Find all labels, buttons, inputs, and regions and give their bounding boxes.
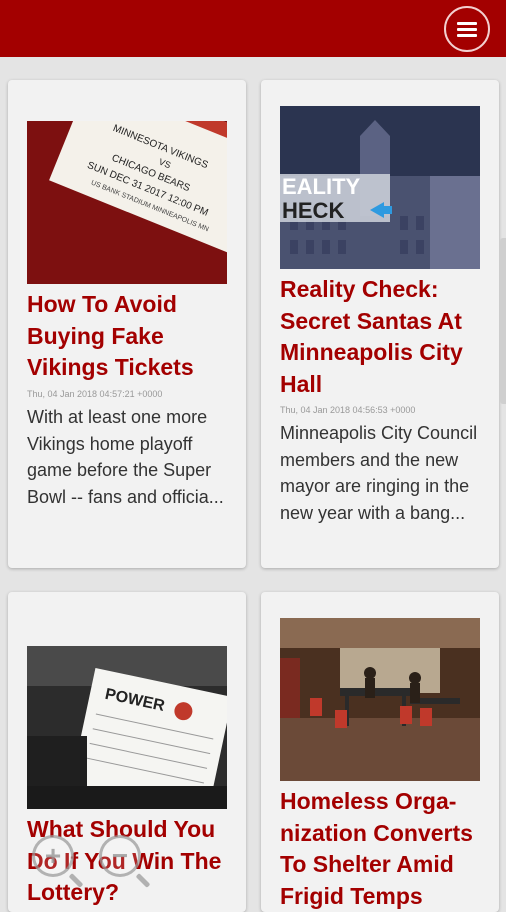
article-image-shelter: [280, 618, 480, 781]
zoom-in-button[interactable]: +: [32, 835, 74, 877]
zoom-in-icon: +: [44, 840, 62, 871]
article-image-tickets: MINNESOTA VIKINGS VS CHICAGO BEARS SUN D…: [27, 121, 227, 284]
article-summary: Minneapolis City Council members and the…: [280, 423, 478, 523]
hamburger-menu-icon: [457, 19, 477, 40]
article-date: Thu, 04 Jan 2018 04:57:21 +0000: [27, 389, 163, 399]
article-image-lottery: POWER: [27, 646, 227, 809]
reality-text: EALITY: [282, 174, 361, 199]
article-card-1[interactable]: MINNESOTA VIKINGS VS CHICAGO BEARS SUN D…: [8, 80, 246, 568]
article-title[interactable]: How To Avoid Buying Fake Vikings Tickets: [27, 289, 237, 384]
menu-button[interactable]: [444, 6, 490, 52]
zoom-out-icon: −: [111, 840, 129, 871]
app-header: [0, 0, 506, 57]
article-card-2[interactable]: EALITY HECK Reality Check: Secret Santas…: [261, 80, 499, 568]
article-image-city-hall: EALITY HECK: [280, 106, 480, 269]
article-title[interactable]: Reality Check: Secret Santas At Minneapo…: [280, 274, 490, 400]
scroll-edge-handle[interactable]: [500, 238, 506, 404]
article-summary: With at least one more Vikings home play…: [27, 407, 224, 507]
check-text: HECK: [282, 198, 344, 223]
article-title[interactable]: Homeless Orga-nization Converts To Shelt…: [280, 786, 490, 912]
article-date: Thu, 04 Jan 2018 04:56:53 +0000: [280, 405, 416, 415]
zoom-out-button[interactable]: −: [99, 835, 141, 877]
article-card-4[interactable]: Homeless Orga-nization Converts To Shelt…: [261, 592, 499, 912]
